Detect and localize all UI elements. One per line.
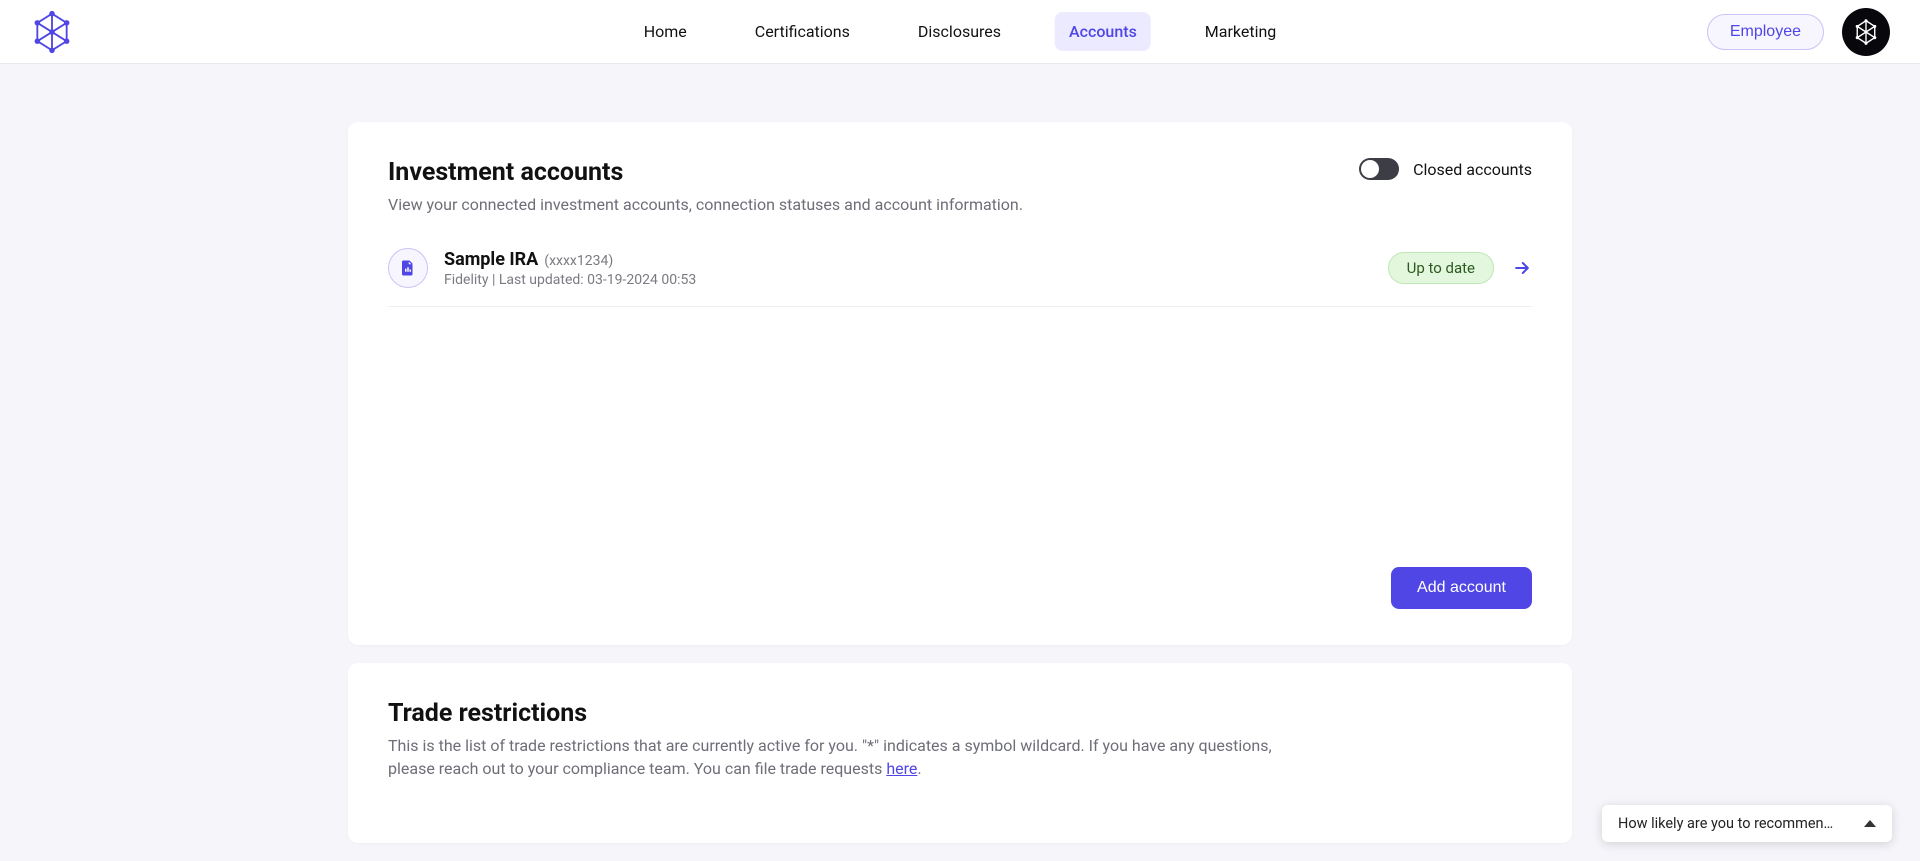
avatar-graph-icon xyxy=(1851,17,1881,47)
top-navbar: Home Certifications Disclosures Accounts… xyxy=(0,0,1920,64)
main-nav: Home Certifications Disclosures Accounts… xyxy=(630,0,1291,63)
add-account-button[interactable]: Add account xyxy=(1391,567,1532,609)
nav-accounts[interactable]: Accounts xyxy=(1055,12,1151,51)
account-name: Sample IRA xyxy=(444,249,538,270)
investment-accounts-card: Investment accounts View your connected … xyxy=(348,122,1572,645)
trade-restrictions-card: Trade restrictions This is the list of t… xyxy=(348,663,1572,843)
closed-accounts-toggle-group: Closed accounts xyxy=(1359,158,1532,180)
role-switch-button[interactable]: Employee xyxy=(1707,14,1824,50)
nav-disclosures[interactable]: Disclosures xyxy=(904,12,1015,51)
caret-up-icon xyxy=(1864,820,1876,827)
account-row: Sample IRA (xxxx1234) Fidelity | Last up… xyxy=(388,234,1532,307)
trade-restrictions-body: This is the list of trade restrictions t… xyxy=(388,734,1288,780)
account-meta: Fidelity | Last updated: 03-19-2024 00:5… xyxy=(444,272,696,288)
open-account-arrow[interactable] xyxy=(1512,258,1532,278)
file-trade-request-link[interactable]: here xyxy=(886,759,917,778)
arrow-right-icon xyxy=(1512,258,1532,278)
status-badge: Up to date xyxy=(1388,252,1494,284)
nav-marketing[interactable]: Marketing xyxy=(1191,12,1290,51)
nav-home[interactable]: Home xyxy=(630,12,701,51)
document-icon xyxy=(388,248,428,288)
investment-accounts-subtitle: View your connected investment accounts,… xyxy=(388,193,1023,216)
nav-certifications[interactable]: Certifications xyxy=(741,12,864,51)
page-body: Investment accounts View your connected … xyxy=(0,64,1920,861)
trade-restrictions-title: Trade restrictions xyxy=(388,699,1532,728)
investment-accounts-title: Investment accounts xyxy=(388,158,1023,187)
feedback-widget[interactable]: How likely are you to recommen… xyxy=(1602,805,1892,842)
closed-accounts-toggle[interactable] xyxy=(1359,158,1399,180)
header-right: Employee xyxy=(1707,8,1890,56)
feedback-prompt: How likely are you to recommen… xyxy=(1618,815,1850,832)
graph-logo-icon xyxy=(30,10,74,54)
account-masked-number: (xxxx1234) xyxy=(544,253,613,269)
closed-accounts-label: Closed accounts xyxy=(1413,160,1532,179)
app-logo[interactable] xyxy=(30,10,74,54)
user-avatar[interactable] xyxy=(1842,8,1890,56)
